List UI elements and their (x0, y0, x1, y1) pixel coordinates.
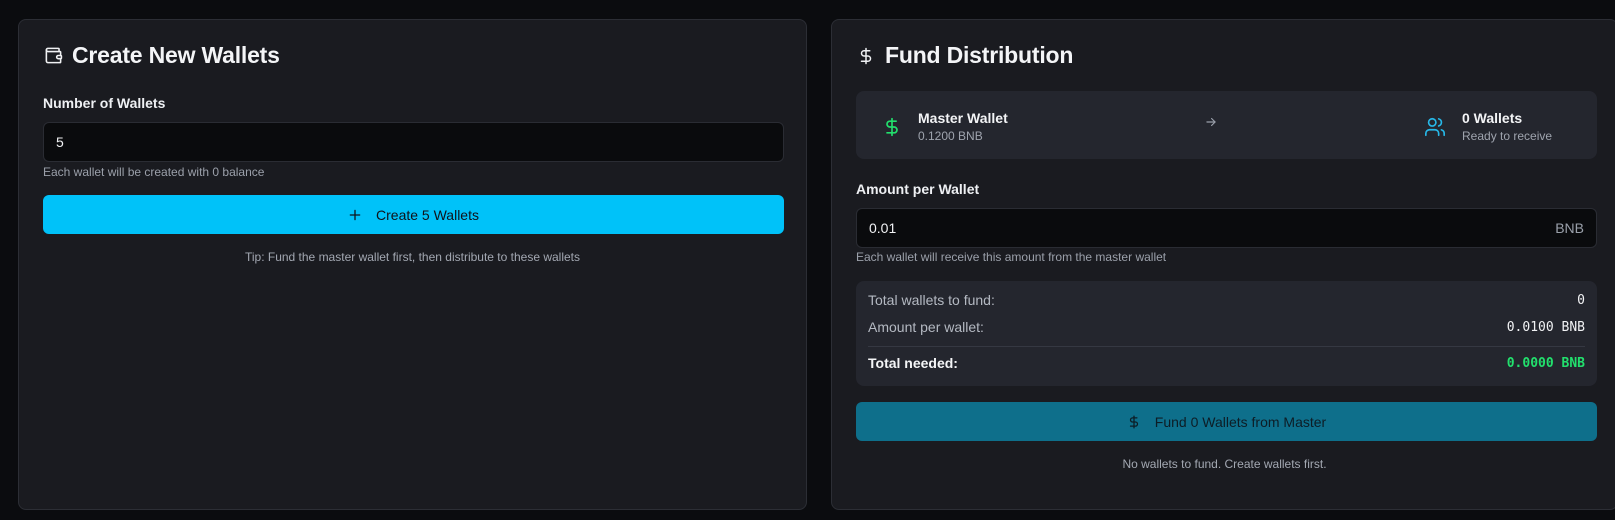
dollar-icon (856, 46, 876, 66)
fund-distribution-title: Fund Distribution (856, 42, 1073, 69)
fund-wallets-note: No wallets to fund. Create wallets first… (1122, 457, 1327, 471)
distribution-flow-panel: Master Wallet 0.1200 BNB 0 Wallets Ready (856, 91, 1597, 159)
fund-wallets-button[interactable]: Fund 0 Wallets from Master (856, 402, 1597, 441)
users-icon (1424, 116, 1446, 138)
summary-total-wallets-row: Total wallets to fund: 0 (868, 292, 1585, 308)
wallet-icon (43, 46, 63, 66)
create-wallets-tip: Tip: Fund the master wallet first, then … (244, 250, 581, 264)
plus-icon (348, 208, 362, 222)
amount-currency-suffix: BNB (1555, 220, 1584, 236)
amount-per-wallet-field[interactable] (869, 220, 1556, 236)
master-dollar-icon (882, 116, 902, 138)
create-wallets-title: Create New Wallets (43, 42, 280, 69)
summary-amount-per-wallet-label: Amount per wallet: (868, 319, 984, 335)
create-wallets-button[interactable]: Create 5 Wallets (43, 195, 784, 234)
target-wallets-status: Ready to receive (1462, 129, 1553, 143)
amount-per-wallet-input[interactable]: BNB (856, 208, 1597, 248)
target-wallets-summary: 0 Wallets Ready to receive (1424, 110, 1552, 143)
create-wallets-title-text: Create New Wallets (72, 42, 280, 68)
number-of-wallets-hint: Each wallet will be created with 0 balan… (43, 165, 265, 179)
summary-amount-per-wallet-value: 0.0100 BNB (1506, 319, 1585, 335)
fund-dollar-icon (1127, 414, 1141, 430)
summary-total-needed-row: Total needed: 0.0000 BNB (868, 355, 1585, 371)
master-wallet-title: Master Wallet (918, 110, 1008, 126)
number-of-wallets-field[interactable] (56, 134, 771, 150)
fund-wallets-button-label: Fund 0 Wallets from Master (1154, 413, 1327, 430)
summary-amount-per-wallet-row: Amount per wallet: 0.0100 BNB (868, 319, 1585, 335)
fund-distribution-card: Fund Distribution Master Wallet 0.1200 B… (831, 19, 1615, 510)
amount-per-wallet-label: Amount per Wallet (856, 181, 980, 197)
summary-total-wallets-value: 0 (1577, 292, 1585, 308)
create-wallets-card: Create New Wallets Number of Wallets Eac… (18, 19, 807, 510)
create-wallets-button-label: Create 5 Wallets (376, 206, 479, 223)
summary-divider (868, 346, 1585, 347)
number-of-wallets-input[interactable] (43, 122, 784, 162)
target-wallets-count: 0 Wallets (1462, 110, 1523, 126)
amount-per-wallet-hint: Each wallet will receive this amount fro… (856, 250, 1167, 264)
master-wallet-summary: Master Wallet 0.1200 BNB (882, 110, 1008, 143)
master-wallet-balance: 0.1200 BNB (918, 129, 983, 143)
summary-total-needed-label: Total needed: (868, 355, 958, 371)
number-of-wallets-label: Number of Wallets (43, 95, 166, 111)
summary-total-needed-value: 0.0000 BNB (1506, 355, 1585, 371)
summary-total-wallets-label: Total wallets to fund: (868, 292, 995, 308)
fund-distribution-title-text: Fund Distribution (885, 42, 1074, 68)
arrow-right-icon (1204, 115, 1218, 134)
funding-summary: Total wallets to fund: 0 Amount per wall… (856, 281, 1597, 386)
